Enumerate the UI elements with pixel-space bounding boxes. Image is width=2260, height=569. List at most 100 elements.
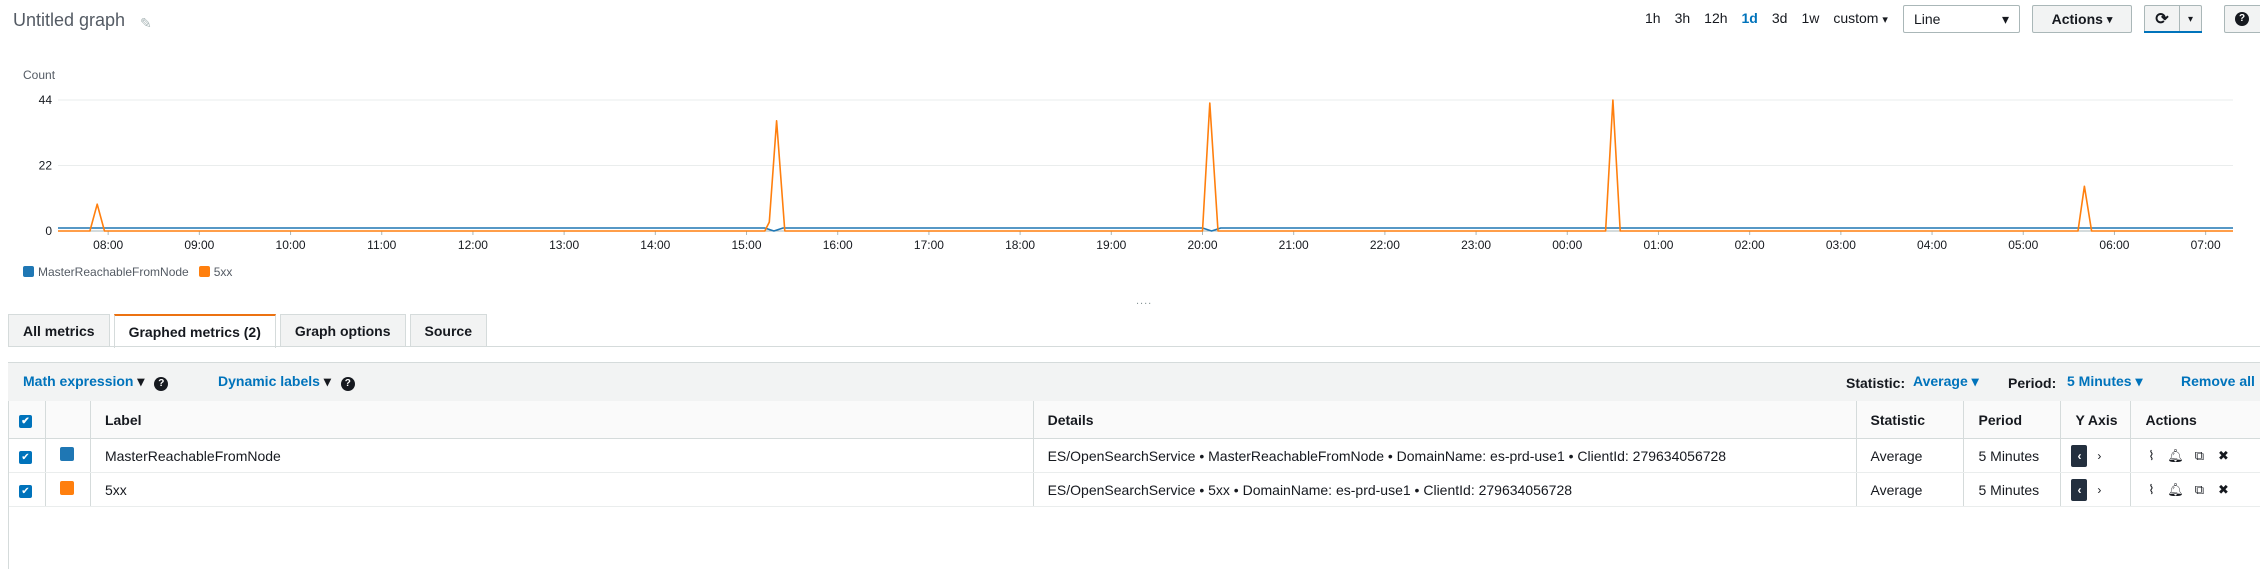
dynamic-labels-label: Dynamic labels: [218, 373, 320, 389]
tab-divider: [8, 346, 2260, 347]
range-3h[interactable]: 3h: [1668, 10, 1698, 26]
x-tick-label: 04:00: [1917, 238, 1947, 252]
x-tick-label: 01:00: [1643, 238, 1673, 252]
x-tick-label: 12:00: [458, 238, 488, 252]
remove-icon[interactable]: ✖: [2211, 448, 2235, 464]
bell-icon[interactable]: 🔔︎: [2163, 482, 2187, 498]
chart-line-icon[interactable]: ⌇: [2139, 482, 2163, 498]
legend-item-masterreachable[interactable]: MasterReachableFromNode: [23, 265, 189, 279]
help-icon: ?: [2235, 12, 2249, 26]
math-expression-dropdown[interactable]: Math expression ▾ ?: [23, 373, 169, 391]
copy-icon[interactable]: ⧉: [2187, 448, 2211, 464]
table-row: ✔ MasterReachableFromNode ES/OpenSearchS…: [8, 438, 2260, 473]
actions-label: Actions: [2051, 11, 2103, 27]
legend-label: MasterReachableFromNode: [38, 265, 189, 279]
y-tick-label: 22: [39, 159, 53, 173]
help-icon[interactable]: ?: [154, 377, 169, 391]
x-tick-label: 19:00: [1096, 238, 1126, 252]
remove-icon[interactable]: ✖: [2211, 482, 2235, 498]
row-checkbox[interactable]: ✔: [19, 451, 32, 464]
time-range-selector: 1h 3h 12h 1d 3d 1w custom ▾: [1638, 10, 1895, 26]
range-3d[interactable]: 3d: [1765, 10, 1795, 26]
series-color-swatch[interactable]: [59, 481, 74, 495]
period-cell[interactable]: 5 Minutes: [1963, 472, 2061, 507]
x-tick-label: 09:00: [184, 238, 214, 252]
range-1w[interactable]: 1w: [1794, 10, 1826, 26]
actions-button[interactable]: Actions ▾: [2032, 5, 2132, 33]
chevron-down-icon: ▾: [137, 373, 145, 389]
column-header-details: Details: [1032, 401, 1857, 439]
x-tick-label: 22:00: [1370, 238, 1400, 252]
range-12h[interactable]: 12h: [1697, 10, 1734, 26]
x-tick-label: 07:00: [2191, 238, 2221, 252]
statistic-label: Statistic:: [1846, 375, 1906, 391]
period-cell[interactable]: 5 Minutes: [1963, 438, 2061, 473]
range-custom[interactable]: custom ▾: [1826, 10, 1895, 26]
chevron-down-icon: ▾: [2001, 10, 2009, 27]
math-expression-label: Math expression: [23, 373, 134, 389]
statistic-cell[interactable]: Average: [1855, 472, 1964, 507]
column-header-statistic: Statistic: [1855, 401, 1964, 439]
y-axis-right-icon[interactable]: ›: [2091, 449, 2107, 463]
label-cell[interactable]: MasterReachableFromNode: [89, 438, 1034, 473]
column-header-period: Period: [1963, 401, 2061, 439]
chevron-down-icon: ▾: [2106, 13, 2113, 26]
panel-left-border: [8, 401, 9, 569]
graph-type-value: Line: [1914, 11, 1941, 27]
select-all-cell: ✔: [8, 401, 46, 439]
y-axis-cell: ‹ ›: [2060, 438, 2131, 473]
graph-type-select[interactable]: Line ▾: [1903, 5, 2020, 33]
x-tick-label: 08:00: [93, 238, 123, 252]
x-tick-label: 11:00: [367, 238, 396, 252]
tab-graphed-metrics[interactable]: Graphed metrics (2): [113, 314, 276, 348]
chart-line-icon[interactable]: ⌇: [2139, 448, 2163, 464]
remove-all-link[interactable]: Remove all: [2181, 373, 2255, 389]
series-color-swatch[interactable]: [59, 447, 74, 461]
x-tick-label: 14:00: [640, 238, 670, 252]
x-tick-label: 23:00: [1461, 238, 1491, 252]
graphed-metrics-table: ✔ Label Details Statistic Period Y Axis …: [8, 401, 2260, 507]
color-cell: [44, 438, 91, 473]
range-custom-label: custom: [1833, 10, 1879, 26]
period-dropdown[interactable]: 5 Minutes ▾: [2067, 373, 2143, 390]
statistic-cell[interactable]: Average: [1855, 438, 1964, 473]
bell-icon[interactable]: 🔔︎: [2163, 448, 2187, 464]
column-header-y-axis: Y Axis: [2060, 401, 2131, 439]
x-tick-label: 06:00: [2099, 238, 2129, 252]
legend-swatch: [23, 266, 34, 277]
range-1h[interactable]: 1h: [1638, 10, 1668, 26]
dynamic-labels-dropdown[interactable]: Dynamic labels ▾ ?: [218, 373, 355, 391]
select-all-checkbox[interactable]: ✔: [19, 415, 32, 428]
row-checkbox[interactable]: ✔: [19, 485, 32, 498]
resize-handle[interactable]: ....: [1136, 295, 1152, 307]
label-cell[interactable]: 5xx: [89, 472, 1034, 507]
y-axis-left-icon[interactable]: ‹: [2071, 444, 2088, 467]
tab-source[interactable]: Source: [409, 314, 487, 347]
x-tick-label: 03:00: [1826, 238, 1856, 252]
y-axis-cell: ‹ ›: [2060, 472, 2131, 507]
legend-item-5xx[interactable]: 5xx: [198, 265, 232, 279]
tab-all-metrics[interactable]: All metrics: [8, 314, 110, 347]
chevron-down-icon: ▾: [1882, 14, 1888, 26]
actions-cell: ⌇ 🔔︎ ⧉ ✖: [2130, 438, 2260, 473]
graph-title[interactable]: Untitled graph: [13, 10, 125, 31]
y-tick-label: 0: [45, 224, 52, 238]
column-header-actions: Actions: [2130, 401, 2260, 439]
help-button[interactable]: ?: [2224, 5, 2260, 33]
x-tick-label: 13:00: [549, 238, 579, 252]
x-tick-label: 00:00: [1552, 238, 1582, 252]
refresh-icon[interactable]: ⟳: [2145, 6, 2180, 32]
refresh-options-chevron-icon[interactable]: ▾: [2180, 14, 2201, 25]
range-1d[interactable]: 1d: [1735, 10, 1765, 26]
copy-icon[interactable]: ⧉: [2187, 482, 2211, 498]
x-tick-label: 17:00: [914, 238, 944, 252]
tab-graph-options[interactable]: Graph options: [279, 314, 406, 347]
edit-title-icon[interactable]: ✎: [140, 15, 152, 32]
y-axis-left-icon[interactable]: ‹: [2071, 478, 2088, 501]
help-icon[interactable]: ?: [340, 377, 355, 391]
statistic-dropdown[interactable]: Average ▾: [1913, 373, 1979, 390]
y-axis-right-icon[interactable]: ›: [2091, 483, 2107, 497]
actions-cell: ⌇ 🔔︎ ⧉ ✖: [2130, 472, 2260, 507]
x-tick-label: 15:00: [732, 238, 762, 252]
refresh-button-group: ⟳ ▾: [2144, 5, 2202, 33]
